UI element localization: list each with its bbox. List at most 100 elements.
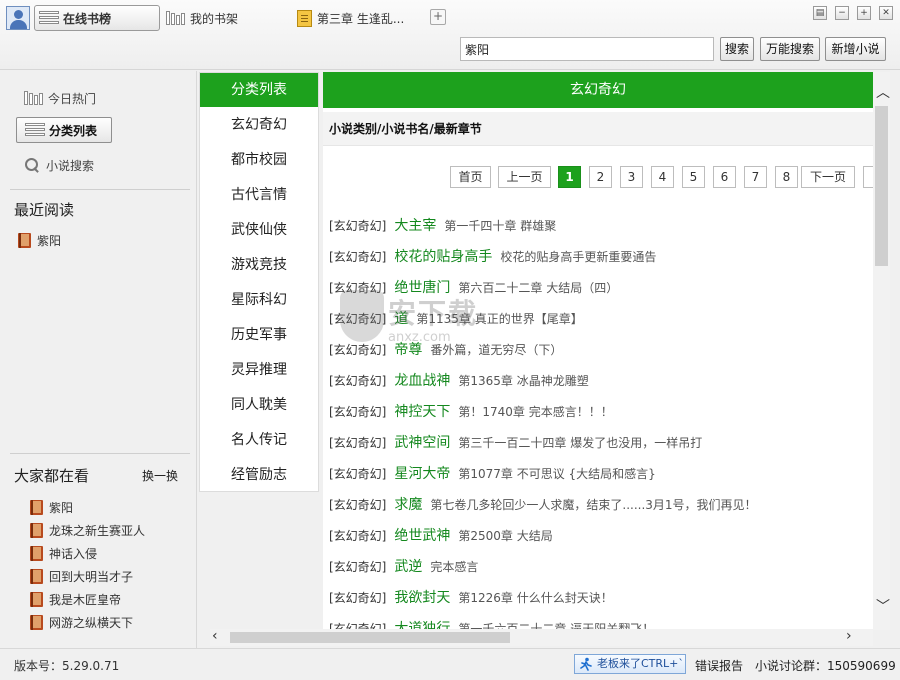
- search-icon: [24, 157, 40, 173]
- vertical-scrollbar[interactable]: ︿ ﹀: [873, 72, 890, 630]
- category-item[interactable]: 都市校园: [200, 143, 318, 178]
- novel-latest-chapter-link[interactable]: 第1077章 不可思议 {大结局和感言}: [458, 465, 655, 482]
- divider: [10, 453, 190, 454]
- recent-book-item[interactable]: 紫阳: [18, 230, 61, 250]
- tab-chapter-label: 第三章 生逢乱...: [317, 11, 405, 26]
- popular-book-item[interactable]: 紫阳: [30, 497, 73, 517]
- category-item[interactable]: 武侠仙侠: [200, 213, 318, 248]
- page-button[interactable]: 5: [682, 166, 705, 188]
- novel-category: [玄幻奇幻]: [329, 249, 387, 264]
- list-column-header: 小说类别/小说书名/最新章节: [323, 112, 873, 146]
- page-button[interactable]: 7: [744, 166, 767, 188]
- version-label: 版本号：5.29.0.71: [14, 659, 120, 673]
- user-avatar-icon[interactable]: [6, 6, 30, 30]
- novel-latest-chapter-link[interactable]: 第三千一百二十四章 爆发了也没用，一样吊打: [458, 434, 702, 451]
- popular-book-item[interactable]: 我是木匠皇帝: [30, 589, 121, 609]
- page-button[interactable]: 3: [620, 166, 643, 188]
- last-page-button[interactable]: [863, 166, 873, 188]
- list-item: [玄幻奇幻] 校花的贴身高手 校花的贴身高手更新重要通告: [329, 246, 656, 266]
- novel-category: [玄幻奇幻]: [329, 435, 387, 450]
- category-item[interactable]: 历史军事: [200, 318, 318, 353]
- novel-latest-chapter-link[interactable]: 第2500章 大结局: [458, 527, 552, 544]
- category-item[interactable]: 游戏竞技: [200, 248, 318, 283]
- novel-title-link[interactable]: 龙血战神: [394, 370, 450, 390]
- category-item[interactable]: 星际科幻: [200, 283, 318, 318]
- tab-online-ranking[interactable]: 在线书榜: [34, 5, 160, 31]
- popular-book-item[interactable]: 神话入侵: [30, 543, 97, 563]
- sidebar-item-novel-search[interactable]: 小说搜索: [24, 152, 94, 178]
- first-page-button[interactable]: 首页: [450, 166, 491, 188]
- page-button[interactable]: 4: [651, 166, 674, 188]
- divider: [10, 189, 190, 190]
- scroll-right-icon[interactable]: ›: [846, 628, 852, 644]
- novel-title-link[interactable]: 武神空间: [394, 432, 450, 452]
- novel-title-link[interactable]: 武逆: [394, 556, 422, 576]
- category-item[interactable]: 经管励志: [200, 458, 318, 493]
- error-report-link[interactable]: 错误报告: [695, 657, 743, 674]
- novel-latest-chapter-link[interactable]: 第1365章 冰晶神龙雕塑: [458, 372, 588, 389]
- recent-reading-title: 最近阅读: [14, 201, 75, 219]
- swap-button[interactable]: 换一换: [142, 467, 178, 484]
- page-button[interactable]: 8: [775, 166, 798, 188]
- novel-latest-chapter-link[interactable]: 第一千四十章 群雄聚: [444, 217, 556, 234]
- scroll-left-icon[interactable]: ‹: [212, 628, 218, 644]
- popular-book-item[interactable]: 网游之纵横天下: [30, 612, 133, 632]
- maximize-button[interactable]: +: [857, 6, 871, 20]
- tab-reading-chapter[interactable]: 第三章 生逢乱...: [297, 5, 425, 31]
- watermark-text: 安下载: [388, 297, 479, 330]
- novel-latest-chapter-link[interactable]: 第1226章 什么什么封天诀！: [458, 589, 612, 606]
- sidebar-item-today-hot[interactable]: 今日热门: [24, 85, 96, 111]
- novel-latest-chapter-link[interactable]: 校花的贴身高手更新重要通告: [500, 248, 656, 265]
- next-page-button[interactable]: 下一页: [801, 166, 855, 188]
- vertical-scroll-thumb[interactable]: [875, 106, 888, 266]
- status-bar: 版本号：5.29.0.71 老板来了CTRL+` 错误报告 小说讨论群：1505…: [0, 648, 900, 680]
- sidebar-item-label: 分类列表: [49, 123, 98, 138]
- novel-latest-chapter-link[interactable]: 第七卷几多轮回少一人求魔，结束了......3月1号，我们再见！: [430, 496, 756, 513]
- novel-title-link[interactable]: 神控天下: [394, 401, 450, 421]
- recent-book-label: 紫阳: [37, 233, 62, 248]
- category-item[interactable]: 名人传记: [200, 423, 318, 458]
- category-item[interactable]: 同人耽美: [200, 388, 318, 423]
- skin-icon[interactable]: ▤: [813, 6, 827, 20]
- document-icon: [297, 9, 312, 27]
- category-item[interactable]: 灵异推理: [200, 353, 318, 388]
- add-novel-button[interactable]: 新增小说: [825, 37, 886, 61]
- search-input[interactable]: [460, 37, 714, 61]
- page-button[interactable]: 1: [558, 166, 581, 188]
- popular-book-item[interactable]: 回到大明当才子: [30, 566, 133, 586]
- novel-title-link[interactable]: 大主宰: [394, 215, 436, 235]
- universal-search-button[interactable]: 万能搜索: [760, 37, 820, 61]
- novel-title-link[interactable]: 我欲封天: [394, 587, 450, 607]
- boss-key-button[interactable]: 老板来了CTRL+`: [574, 654, 686, 674]
- top-toolbar: 在线书榜 我的书架 第三章 生逢乱... + ▤ − + ✕ 搜索 万能搜索 新…: [0, 0, 900, 70]
- horizontal-scrollbar[interactable]: ‹ ›: [210, 628, 873, 646]
- novel-latest-chapter-link[interactable]: 第！1740章 完本感言！！！: [458, 403, 612, 420]
- close-button[interactable]: ✕: [879, 6, 893, 20]
- sidebar-item-category-list[interactable]: 分类列表: [16, 117, 112, 143]
- novel-latest-chapter-link[interactable]: 完本感言: [430, 558, 478, 575]
- scroll-down-icon[interactable]: ﹀: [876, 596, 890, 616]
- scroll-up-icon[interactable]: ︿: [876, 82, 890, 102]
- novel-title-link[interactable]: 校花的贴身高手: [394, 246, 492, 266]
- popular-book-item[interactable]: 龙珠之新生赛亚人: [30, 520, 145, 540]
- novel-title-link[interactable]: 求魔: [394, 494, 422, 514]
- category-item[interactable]: 玄幻奇幻: [200, 108, 318, 143]
- page-button[interactable]: 6: [713, 166, 736, 188]
- minimize-button[interactable]: −: [835, 6, 849, 20]
- novel-category: [玄幻奇幻]: [329, 373, 387, 388]
- tab-shelf-label: 我的书架: [190, 11, 239, 26]
- bookshelf-icon: [24, 91, 44, 105]
- search-button[interactable]: 搜索: [720, 37, 754, 61]
- add-tab-button[interactable]: +: [430, 9, 446, 25]
- tab-online-label: 在线书榜: [63, 11, 112, 26]
- prev-page-button[interactable]: 上一页: [498, 166, 551, 188]
- category-item[interactable]: 古代言情: [200, 178, 318, 213]
- novel-title-link[interactable]: 星河大帝: [394, 463, 450, 483]
- tab-my-bookshelf[interactable]: 我的书架: [166, 5, 276, 31]
- novel-title-link[interactable]: 绝世武神: [394, 525, 450, 545]
- sidebar-item-label: 小说搜索: [46, 158, 95, 173]
- page-button[interactable]: 2: [589, 166, 612, 188]
- book-icon: [30, 522, 43, 538]
- popular-book-label: 紫阳: [49, 500, 74, 515]
- horizontal-scroll-thumb[interactable]: [230, 632, 510, 643]
